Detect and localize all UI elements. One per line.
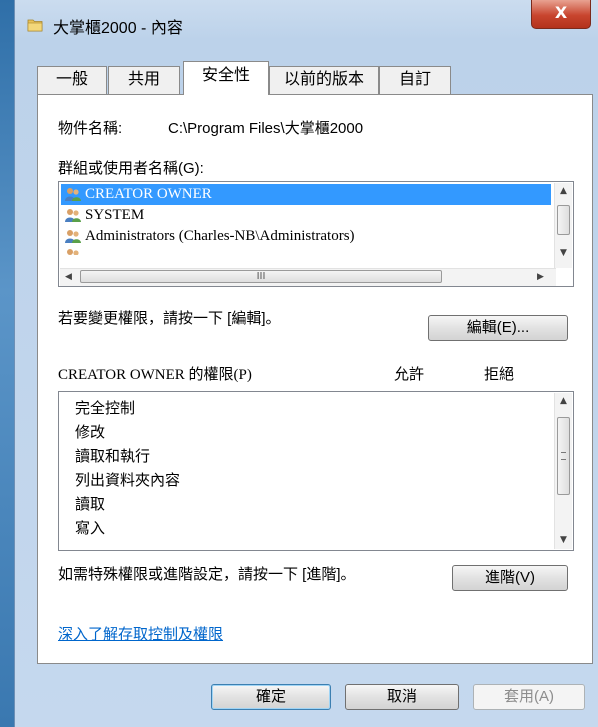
advanced-button[interactable]: 進階(V)	[452, 565, 568, 591]
group-name: CREATOR OWNER	[85, 186, 212, 202]
group-name: Administrators (Charles-NB\Administrator…	[85, 228, 355, 244]
tab-sharing[interactable]: 共用	[108, 66, 180, 94]
allow-column-header: 允許	[394, 366, 425, 383]
users-icon	[67, 249, 79, 255]
close-icon: X	[554, 3, 568, 22]
properties-window: 大掌櫃2000 - 內容 X 一般 共用 安全性 以前的版本 自訂 物件名稱: …	[14, 0, 598, 727]
users-icon	[65, 188, 81, 201]
cancel-button[interactable]: 取消	[345, 684, 459, 710]
scroll-left-icon[interactable]: ◀	[60, 269, 77, 286]
groups-vertical-scrollbar[interactable]: ▲ ▼	[554, 183, 572, 268]
tab-customize[interactable]: 自訂	[379, 66, 451, 94]
scroll-thumb[interactable]	[557, 205, 570, 235]
list-item-administrators[interactable]: Administrators (Charles-NB\Administrator…	[61, 226, 551, 247]
advanced-settings-hint: 如需特殊權限或進階設定，請按一下 [進階]。	[58, 566, 356, 583]
object-name-label: 物件名稱:	[58, 120, 123, 137]
users-icon	[65, 230, 81, 243]
tab-previous-versions[interactable]: 以前的版本	[269, 66, 379, 94]
tab-previous-versions-label: 以前的版本	[283, 71, 364, 88]
users-icon	[65, 209, 81, 222]
groups-listbox[interactable]: CREATOR OWNER SYSTEM Administrators (Cha…	[58, 181, 574, 287]
change-permissions-hint: 若要變更權限，請按一下 [編輯]。	[58, 310, 281, 327]
permissions-vertical-scrollbar[interactable]: ▲ ▼	[554, 393, 572, 549]
edit-button[interactable]: 編輯(E)...	[428, 315, 568, 341]
group-name: SYSTEM	[85, 207, 145, 223]
scroll-up-icon[interactable]: ▲	[555, 183, 572, 200]
permissions-label: CREATOR OWNER 的權限(P)	[58, 367, 252, 383]
permission-item: 列出資料夾內容	[75, 472, 181, 489]
deny-column-header: 拒絕	[484, 366, 515, 383]
window-title: 大掌櫃2000 - 內容	[53, 20, 183, 37]
list-item-partial[interactable]	[61, 247, 551, 255]
security-panel: 物件名稱: C:\Program Files\大掌櫃2000 群組或使用者名稱(…	[37, 94, 593, 664]
groups-label: 群組或使用者名稱(G):	[58, 160, 204, 177]
folder-icon	[27, 19, 43, 32]
tab-security[interactable]: 安全性	[183, 61, 269, 95]
object-name-value: C:\Program Files\大掌櫃2000	[168, 120, 364, 137]
permission-item: 修改	[75, 424, 106, 441]
scroll-right-icon[interactable]: ▶	[532, 269, 549, 286]
tab-security-label: 安全性	[201, 67, 250, 84]
groups-horizontal-scrollbar[interactable]: ◀ III ▶	[60, 268, 556, 286]
title-bar[interactable]: 大掌櫃2000 - 內容 X	[15, 0, 598, 44]
learn-access-control-link[interactable]: 深入了解存取控制及權限	[58, 623, 223, 644]
list-item-creator-owner[interactable]: CREATOR OWNER	[61, 184, 551, 205]
tab-general-label: 一般	[55, 71, 88, 88]
permission-item: 寫入	[75, 520, 106, 537]
scroll-thumb[interactable]	[557, 417, 570, 495]
scroll-down-icon[interactable]: ▼	[555, 245, 572, 262]
tab-general[interactable]: 一般	[37, 66, 107, 94]
scroll-thumb[interactable]: III	[80, 270, 442, 283]
scroll-up-icon[interactable]: ▲	[555, 393, 572, 410]
permission-item: 完全控制	[75, 400, 136, 417]
tab-customize-label: 自訂	[398, 71, 431, 88]
permission-item: 讀取	[75, 496, 106, 513]
scroll-grip: III	[256, 271, 266, 282]
thumb-grip	[561, 452, 566, 460]
ok-button[interactable]: 確定	[211, 684, 331, 710]
apply-button[interactable]: 套用(A)	[473, 684, 585, 710]
permission-item: 讀取和執行	[75, 448, 151, 465]
tab-sharing-label: 共用	[127, 71, 160, 88]
permissions-listbox[interactable]: 完全控制 修改 讀取和執行 列出資料夾內容 讀取 寫入 ▲ ▼	[58, 391, 574, 551]
scroll-down-icon[interactable]: ▼	[555, 532, 572, 549]
list-item-system[interactable]: SYSTEM	[61, 205, 551, 226]
close-button[interactable]: X	[531, 0, 591, 29]
